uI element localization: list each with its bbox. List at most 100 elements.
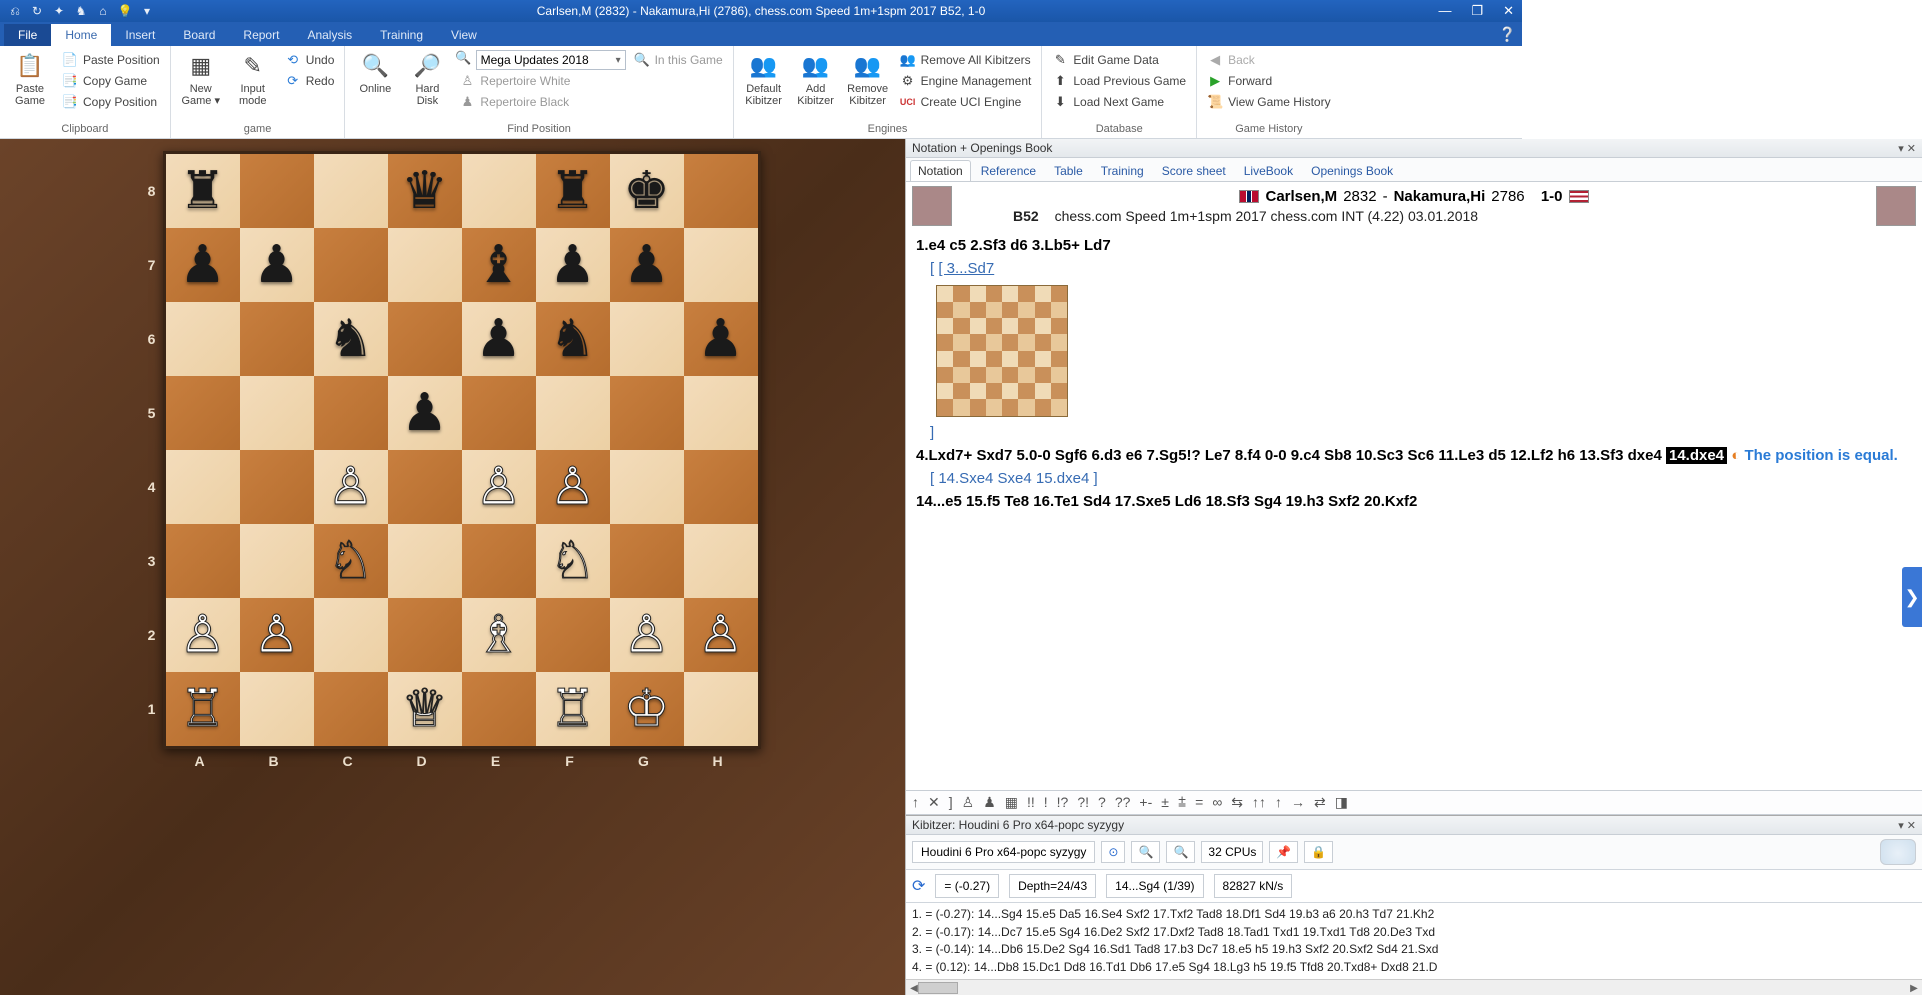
engine-name[interactable]: Houdini 6 Pro x64-popc syzygy: [912, 841, 1095, 863]
subtab-reference[interactable]: Reference: [973, 160, 1044, 181]
square[interactable]: [684, 154, 758, 228]
edit-game-data-button[interactable]: ✎Edit Game Data: [1048, 50, 1190, 70]
piece[interactable]: ♗: [475, 609, 522, 661]
paste-game-button[interactable]: 📋 Paste Game: [6, 49, 54, 121]
square[interactable]: [684, 450, 758, 524]
current-move[interactable]: 14.dxe4: [1666, 447, 1727, 464]
square[interactable]: [684, 524, 758, 598]
square[interactable]: ♟: [388, 376, 462, 450]
refresh-icon[interactable]: ⟳: [912, 876, 925, 896]
piece[interactable]: ♙: [475, 461, 522, 513]
annotation-symbol[interactable]: ??: [1115, 794, 1131, 811]
annotation-symbol[interactable]: ⇆: [1231, 794, 1243, 811]
square[interactable]: ♙: [462, 450, 536, 524]
input-mode-button[interactable]: ✎Input mode: [229, 49, 277, 121]
database-combo[interactable]: Mega Updates 2018▾: [476, 50, 626, 70]
qat-icon[interactable]: ⎌: [8, 4, 22, 18]
chess-board[interactable]: ♜♛♜♚♟♟♝♟♟♞♟♞♟♟♙♙♙♘♘♙♙♗♙♙♖♕♖♔: [163, 151, 761, 749]
subtab-livebook[interactable]: LiveBook: [1236, 160, 1301, 181]
cloud-icon[interactable]: [1880, 839, 1916, 865]
square[interactable]: [462, 154, 536, 228]
piece[interactable]: ♟: [179, 239, 226, 291]
square[interactable]: [314, 154, 388, 228]
close-button[interactable]: ✕: [1499, 3, 1518, 19]
square[interactable]: [166, 524, 240, 598]
piece[interactable]: ♛: [401, 165, 448, 217]
annotation-symbol[interactable]: ◨: [1335, 794, 1348, 811]
pane-close-icon[interactable]: ✕: [1907, 142, 1916, 155]
square[interactable]: ♚: [610, 154, 684, 228]
tab-insert[interactable]: Insert: [111, 24, 169, 46]
annotation-symbol[interactable]: ↑: [1275, 794, 1282, 811]
annotation-symbol[interactable]: ↑: [912, 794, 919, 811]
tab-home[interactable]: Home: [51, 24, 111, 46]
view-game-history-button[interactable]: 📜View Game History: [1203, 92, 1334, 112]
in-this-game-button[interactable]: 🔍In this Game: [630, 50, 727, 70]
piece[interactable]: ♜: [549, 165, 596, 217]
load-previous-game-button[interactable]: ⬆Load Previous Game: [1048, 71, 1190, 91]
square[interactable]: [462, 376, 536, 450]
paste-position-button[interactable]: 📄Paste Position: [58, 50, 164, 70]
zoom-in-button[interactable]: 🔍: [1131, 841, 1160, 863]
kibitzer-lines[interactable]: 1. = (-0.27): 14...Sg4 15.e5 Da5 16.Se4 …: [906, 903, 1922, 979]
annotation-symbol[interactable]: ↑↑: [1252, 794, 1266, 811]
square[interactable]: [166, 302, 240, 376]
horizontal-scrollbar[interactable]: ◀ ▶: [906, 979, 1922, 995]
square[interactable]: ♕: [388, 672, 462, 746]
square[interactable]: ♖: [536, 672, 610, 746]
square[interactable]: ♞: [536, 302, 610, 376]
annotation-symbol[interactable]: ⩲: [1178, 794, 1186, 811]
piece[interactable]: ♙: [179, 609, 226, 661]
square[interactable]: ♖: [166, 672, 240, 746]
copy-position-button[interactable]: 📑Copy Position: [58, 92, 164, 112]
piece[interactable]: ♝: [475, 239, 522, 291]
pane-close-icon[interactable]: ✕: [1907, 819, 1916, 832]
copy-game-button[interactable]: 📑Copy Game: [58, 71, 164, 91]
redo-button[interactable]: ⟳Redo: [281, 71, 339, 91]
repertoire-white-button[interactable]: ♙Repertoire White: [455, 71, 726, 91]
piece[interactable]: ♜: [179, 165, 226, 217]
minimize-button[interactable]: —: [1434, 3, 1455, 19]
subtab-notation[interactable]: Notation: [910, 160, 971, 181]
repertoire-black-button[interactable]: ♟Repertoire Black: [455, 92, 726, 112]
file-menu[interactable]: File: [4, 24, 51, 46]
annotation-symbol[interactable]: !!: [1027, 794, 1035, 811]
square[interactable]: ♙: [314, 450, 388, 524]
piece[interactable]: ♟: [623, 239, 670, 291]
load-next-game-button[interactable]: ⬇Load Next Game: [1048, 92, 1190, 112]
tab-training[interactable]: Training: [366, 24, 437, 46]
annotation-symbol[interactable]: ✕: [928, 794, 940, 811]
subtab-table[interactable]: Table: [1046, 160, 1091, 181]
square[interactable]: ♔: [610, 672, 684, 746]
square[interactable]: ♙: [684, 598, 758, 672]
tab-analysis[interactable]: Analysis: [293, 24, 366, 46]
square[interactable]: [388, 450, 462, 524]
lock-button[interactable]: 🔒: [1304, 841, 1333, 863]
square[interactable]: ♗: [462, 598, 536, 672]
square[interactable]: [314, 598, 388, 672]
annotation-symbol[interactable]: ♙: [962, 794, 975, 811]
square[interactable]: [610, 376, 684, 450]
annotation-symbol[interactable]: +-: [1139, 794, 1152, 811]
pane-menu-icon[interactable]: ▾: [1898, 819, 1904, 832]
annotation-symbol[interactable]: ▦: [1005, 794, 1018, 811]
piece[interactable]: ♙: [549, 461, 596, 513]
piece[interactable]: ♔: [623, 683, 670, 735]
piece[interactable]: ♟: [253, 239, 300, 291]
engine-settings-button[interactable]: ⊙: [1101, 841, 1125, 863]
qat-icon[interactable]: 💡: [118, 4, 132, 18]
square[interactable]: ♟: [240, 228, 314, 302]
notation-text[interactable]: 1.e4 c5 2.Sf3 d6 3.Lb5+ Ld7 [ [ 3...Sd7 …: [906, 230, 1922, 790]
pane-menu-icon[interactable]: ▾: [1898, 142, 1904, 155]
back-button[interactable]: ◀Back: [1203, 50, 1334, 70]
tab-view[interactable]: View: [437, 24, 491, 46]
square[interactable]: [610, 524, 684, 598]
square[interactable]: [314, 376, 388, 450]
square[interactable]: ♟: [610, 228, 684, 302]
tab-report[interactable]: Report: [229, 24, 293, 46]
piece[interactable]: ♘: [549, 535, 596, 587]
create-uci-engine-button[interactable]: UCICreate UCI Engine: [896, 92, 1036, 112]
add-kibitzer-button[interactable]: 👥Add Kibitzer: [792, 49, 840, 121]
square[interactable]: [240, 450, 314, 524]
piece[interactable]: ♖: [179, 683, 226, 735]
